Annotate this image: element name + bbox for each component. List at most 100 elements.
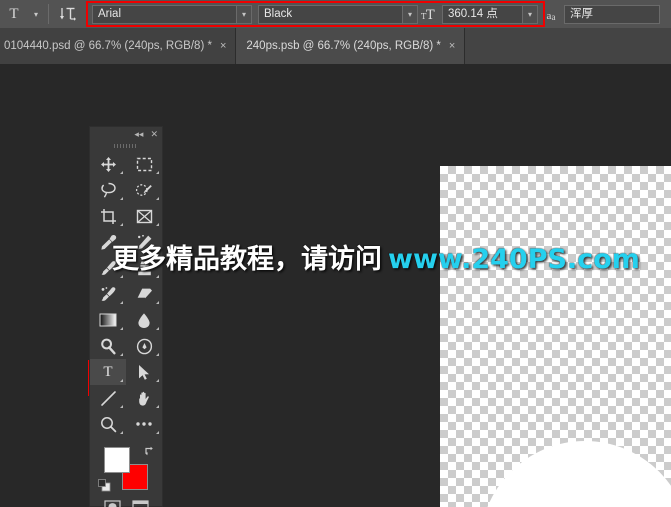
tool-submenu-corner-icon xyxy=(156,301,159,304)
quick-mask-icon xyxy=(103,499,121,507)
tool-submenu-corner-icon xyxy=(156,223,159,226)
document-tab-0104440[interactable]: 0104440.psd @ 66.7% (240ps, RGB/8) * × xyxy=(0,28,237,64)
anti-alias-select[interactable]: 浑厚 xyxy=(564,4,660,24)
type-tool-glyph: T xyxy=(103,363,113,380)
screen-mode-toggle[interactable] xyxy=(128,497,152,507)
dodge-tool[interactable] xyxy=(90,333,126,359)
options-bar: T ▾ Arial ▾ Black ▾ T T 360.14 点 ▾ a a 浑… xyxy=(0,0,671,28)
document-canvas[interactable] xyxy=(440,166,671,507)
grip-lines xyxy=(114,144,138,148)
gradient-tool[interactable] xyxy=(90,307,126,333)
font-style-chevron-down-icon[interactable]: ▾ xyxy=(402,5,417,23)
tool-button-grid: T xyxy=(90,151,162,437)
history-brush-tool-icon xyxy=(101,286,115,301)
zoom-tool-icon xyxy=(100,416,116,432)
line-tool[interactable] xyxy=(90,385,126,411)
font-size-input[interactable]: 360.14 点 ▾ xyxy=(442,4,538,24)
gradient-tool-icon xyxy=(99,313,117,327)
tool-submenu-corner-icon xyxy=(156,171,159,174)
frame-tool[interactable] xyxy=(126,203,162,229)
toolbar-divider-1 xyxy=(48,4,49,24)
tools-panel-header[interactable]: ◂◂ ✕ xyxy=(90,127,162,141)
eraser-tool-icon xyxy=(136,288,152,299)
edit-toolbar-tool[interactable] xyxy=(126,411,162,437)
anti-alias-icon-sub: a xyxy=(551,12,556,22)
ellipsis-icon xyxy=(136,422,152,426)
quick-selection-tool[interactable] xyxy=(126,177,162,203)
watermark-cn-text: 更多精品教程，请访问 xyxy=(112,244,382,275)
line-tool-icon xyxy=(100,390,116,406)
font-family-select[interactable]: Arial ▾ xyxy=(92,4,252,24)
watermark-url-text: www.240PS.com xyxy=(388,244,640,275)
anti-alias-value: 浑厚 xyxy=(570,7,593,20)
move-tool[interactable] xyxy=(90,151,126,177)
close-icon[interactable]: ✕ xyxy=(150,129,158,139)
horizontal-type-tool[interactable]: T xyxy=(90,359,126,385)
tool-submenu-corner-icon xyxy=(156,353,159,356)
default-colors-icon[interactable] xyxy=(98,479,111,497)
quick-selection-tool-icon xyxy=(135,183,152,196)
font-size-value: 360.14 点 xyxy=(448,7,498,20)
photoshop-window: T ▾ Arial ▾ Black ▾ T T 360.14 点 ▾ a a 浑… xyxy=(0,0,671,507)
tool-submenu-corner-icon xyxy=(120,327,123,330)
hand-tool-icon xyxy=(138,391,149,406)
move-tool-icon xyxy=(100,156,116,172)
tab-title-0: 0104440.psd @ 66.7% (240ps, RGB/8) * xyxy=(4,40,212,52)
tool-submenu-corner-icon xyxy=(120,353,123,356)
tool-submenu-corner-icon xyxy=(156,379,159,382)
double-chevron-left-icon[interactable]: ◂◂ xyxy=(134,129,143,139)
crop-tool-icon xyxy=(100,208,116,224)
lasso-tool[interactable] xyxy=(90,177,126,203)
lasso-tool-icon xyxy=(100,182,116,198)
blur-tool[interactable] xyxy=(126,307,162,333)
tab-close-icon-1[interactable]: × xyxy=(449,40,455,52)
document-tab-bar: 0104440.psd @ 66.7% (240ps, RGB/8) * × 2… xyxy=(0,28,671,64)
panel-drag-grip-icon[interactable] xyxy=(90,141,162,151)
font-style-select[interactable]: Black ▾ xyxy=(258,4,418,24)
tools-panel: ◂◂ ✕ T xyxy=(89,126,163,507)
rectangular-marquee-tool[interactable] xyxy=(126,151,162,177)
svg-text:T: T xyxy=(426,8,435,22)
crop-tool[interactable] xyxy=(90,203,126,229)
type-tool-icon[interactable]: T xyxy=(0,0,28,28)
tool-submenu-corner-icon xyxy=(156,405,159,408)
path-selection-tool[interactable] xyxy=(126,359,162,385)
zoom-tool[interactable] xyxy=(90,411,126,437)
toggle-text-orientation-icon[interactable] xyxy=(53,0,83,28)
document-tab-240ps[interactable]: 240ps.psb @ 66.7% (240ps, RGB/8) * × xyxy=(236,28,466,64)
path-selection-tool-icon xyxy=(139,364,149,380)
white-arc-artwork xyxy=(480,441,671,507)
blur-tool-icon xyxy=(138,312,150,328)
tool-submenu-corner-icon xyxy=(120,379,123,382)
font-size-glyph: T T xyxy=(421,8,435,22)
anti-alias-icon: aa xyxy=(546,10,556,22)
font-size-icon: T T xyxy=(418,0,442,28)
default-colors-glyph xyxy=(98,479,111,492)
eraser-tool[interactable] xyxy=(126,281,162,307)
toolbar-divider-2 xyxy=(87,4,88,24)
history-brush-tool[interactable] xyxy=(90,281,126,307)
tool-submenu-corner-icon xyxy=(156,197,159,200)
font-size-chevron-down-icon[interactable]: ▾ xyxy=(522,5,537,23)
font-family-chevron-down-icon[interactable]: ▾ xyxy=(236,5,251,23)
pen-tool-icon xyxy=(136,338,152,354)
tool-submenu-corner-icon xyxy=(120,171,123,174)
swap-colors-glyph xyxy=(145,446,153,456)
tool-preset-chevron-down-icon[interactable]: ▾ xyxy=(28,0,44,28)
frame-tool-icon xyxy=(136,209,152,223)
tool-submenu-corner-icon xyxy=(120,197,123,200)
tab-close-icon-0[interactable]: × xyxy=(220,40,226,52)
dodge-tool-icon xyxy=(100,338,116,354)
tool-submenu-corner-icon xyxy=(120,301,123,304)
hand-tool[interactable] xyxy=(126,385,162,411)
color-swatches xyxy=(90,441,162,497)
tool-submenu-corner-icon xyxy=(120,431,123,434)
marquee-tool-icon xyxy=(136,157,152,171)
swap-colors-icon[interactable] xyxy=(144,443,156,461)
pen-tool[interactable] xyxy=(126,333,162,359)
foreground-color-swatch[interactable] xyxy=(104,447,130,473)
watermark-overlay: 更多精品教程，请访问 www.240PS.com xyxy=(112,237,640,276)
quick-mask-toggle[interactable] xyxy=(100,497,124,507)
tool-submenu-corner-icon xyxy=(156,431,159,434)
tool-submenu-corner-icon xyxy=(156,327,159,330)
